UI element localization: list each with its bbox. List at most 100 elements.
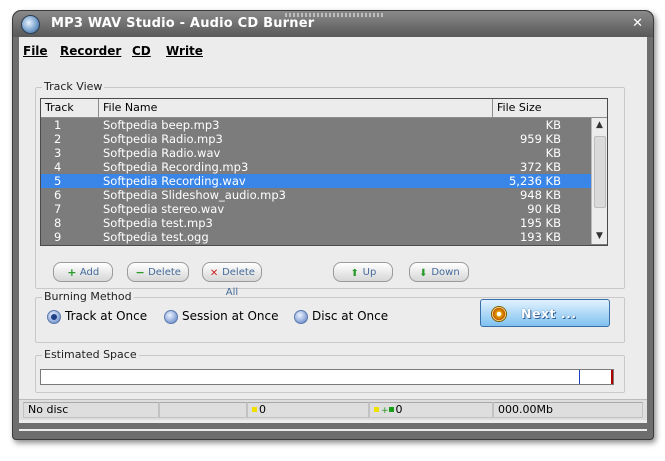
track-file-name: Softpedia Radio.wav (103, 146, 221, 160)
track-number: 8 (54, 216, 62, 230)
drag-grip[interactable] (285, 13, 385, 17)
status-count-yellow: 0 (247, 402, 369, 418)
track-file-name: Softpedia Recording.wav (103, 174, 246, 188)
radio-on-icon (47, 310, 61, 324)
track-number: 3 (54, 146, 62, 160)
track-file-name: Softpedia Recording.mp3 (103, 160, 249, 174)
radio-off-icon (294, 310, 308, 324)
scroll-thumb[interactable] (594, 136, 606, 208)
track-view-group: Track View Track File Name File Size 1 So… (35, 80, 625, 298)
track-file-size: KB (545, 118, 561, 132)
track-file-size: 193 KB (519, 230, 561, 244)
track-row[interactable]: 7 Softpedia stereo.wav 90 KB (41, 202, 591, 216)
track-number: 1 (54, 118, 62, 132)
track-file-size: 90 KB (527, 202, 561, 216)
column-file-name[interactable]: File Name (99, 99, 493, 117)
track-number: 2 (54, 132, 62, 146)
estimated-space-group: Estimated Space (35, 348, 625, 393)
track-file-name: Softpedia stereo.wav (103, 202, 225, 216)
delete-button[interactable]: − Delete (127, 262, 189, 282)
scroll-down-icon[interactable]: ▼ (592, 229, 607, 244)
radio-session-at-once-label: Session at Once (182, 309, 279, 323)
arrow-down-icon: ⬇ (419, 268, 428, 279)
space-fill (41, 370, 580, 384)
list-scrollbar[interactable]: ▲ ▼ (591, 118, 607, 244)
app-window: MP3 WAV Studio - Audio CD Burner ✕ File … (12, 10, 654, 440)
status-count-green: +0 (369, 402, 493, 418)
burning-method-label: Burning Method (42, 290, 134, 303)
track-file-size: 959 KB (519, 132, 561, 146)
track-row[interactable]: 8 Softpedia test.mp3 195 KB (41, 216, 591, 230)
yellow-square-icon (374, 407, 379, 412)
move-down-button[interactable]: ⬇ Down (409, 262, 469, 282)
cd-disc-icon (491, 306, 507, 322)
track-row[interactable]: 1 Softpedia beep.mp3 KB (41, 118, 591, 132)
menu-recorder[interactable]: Recorder (60, 44, 121, 58)
track-file-name: Softpedia test.ogg (103, 230, 209, 244)
down-label: Down (431, 267, 460, 278)
list-header: Track File Name File Size (41, 99, 607, 118)
delete-all-button[interactable]: ✕ Delete All (202, 262, 262, 298)
track-number: 7 (54, 202, 62, 216)
menu-file[interactable]: File (23, 44, 48, 58)
track-list[interactable]: Track File Name File Size 1 Softpedia bee… (40, 98, 608, 246)
menu-write[interactable]: Write (166, 44, 203, 58)
track-row[interactable]: 5 Softpedia Recording.wav 5,236 KB (41, 174, 591, 188)
space-progress-bar (40, 369, 614, 385)
yellow-square-icon (252, 407, 257, 412)
close-button[interactable]: ✕ (632, 16, 643, 31)
scroll-up-icon[interactable]: ▲ (592, 118, 607, 133)
track-row[interactable]: 4 Softpedia Recording.mp3 372 KB (41, 160, 591, 174)
track-file-size: KB (545, 146, 561, 160)
count-yellow-value: 0 (259, 403, 266, 416)
add-button[interactable]: + Add (53, 262, 113, 282)
track-file-size: 5,236 KB (508, 174, 561, 188)
track-row[interactable]: 2 Softpedia Radio.mp3 959 KB (41, 132, 591, 146)
window-title: MP3 WAV Studio - Audio CD Burner (51, 16, 315, 31)
track-number: 4 (54, 160, 62, 174)
next-label: Next ... (521, 306, 577, 321)
menu-cd[interactable]: CD (132, 44, 151, 58)
track-file-size: 195 KB (519, 216, 561, 230)
track-number: 6 (54, 188, 62, 202)
up-label: Up (362, 267, 377, 278)
track-file-name: Softpedia Slideshow_audio.mp3 (103, 188, 286, 202)
track-row[interactable]: 3 Softpedia Radio.wav KB (41, 146, 591, 160)
arrow-up-icon: ⬆ (350, 268, 359, 279)
delete-all-label: Delete All (222, 267, 255, 298)
track-file-size: 372 KB (519, 160, 561, 174)
column-track[interactable]: Track (41, 99, 99, 117)
next-button[interactable]: Next ... (480, 299, 610, 327)
status-empty (159, 402, 247, 418)
track-row[interactable]: 9 Softpedia test.ogg 193 KB (41, 230, 591, 244)
capacity-marker (611, 370, 613, 384)
count-green-value: 0 (395, 403, 403, 416)
add-label: Add (79, 267, 100, 278)
x-icon: ✕ (209, 268, 219, 279)
track-file-size: 948 KB (519, 188, 561, 202)
column-file-size[interactable]: File Size (493, 99, 607, 117)
track-file-name: Softpedia beep.mp3 (103, 118, 220, 132)
status-disc: No disc (23, 402, 159, 418)
menu-bar: File Recorder CD Write (19, 37, 647, 63)
radio-off-icon (164, 310, 178, 324)
track-number: 9 (54, 230, 62, 244)
window-bottom-edge (19, 423, 647, 429)
client-area: File Recorder CD Write Track View Track … (19, 37, 647, 431)
title-bar[interactable]: MP3 WAV Studio - Audio CD Burner ✕ (13, 11, 653, 37)
move-up-button[interactable]: ⬆ Up (333, 262, 393, 282)
minus-icon: − (135, 266, 145, 279)
delete-label: Delete (148, 267, 181, 278)
track-file-name: Softpedia test.mp3 (103, 216, 213, 230)
track-row[interactable]: 6 Softpedia Slideshow_audio.mp3 948 KB (41, 188, 591, 202)
status-size: 000.00Mb (493, 402, 643, 418)
radio-disc-at-once-label: Disc at Once (312, 309, 389, 323)
estimated-space-label: Estimated Space (42, 348, 139, 361)
track-number: 5 (54, 174, 62, 188)
cd-icon (21, 15, 40, 34)
green-square-icon (388, 407, 394, 412)
plus-icon: + (67, 266, 77, 279)
track-file-name: Softpedia Radio.mp3 (103, 132, 223, 146)
plus-icon: + (381, 406, 389, 416)
radio-track-at-once-label: Track at Once (65, 309, 148, 323)
